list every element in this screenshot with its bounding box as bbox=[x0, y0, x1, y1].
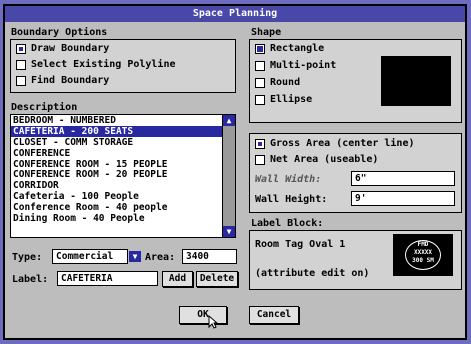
boundary-options-header: Boundary Options bbox=[11, 27, 108, 38]
shape-preview bbox=[381, 56, 451, 106]
list-item[interactable]: CONFERENCE ROOM - 15 PEOPLE bbox=[11, 159, 235, 170]
wall-height-label: Wall Height: bbox=[255, 194, 328, 205]
multi-point-label[interactable]: Multi-point bbox=[270, 60, 336, 71]
list-item[interactable]: BEDROOM - NUMBERED bbox=[11, 115, 235, 126]
cancel-button[interactable]: Cancel bbox=[249, 306, 299, 324]
multi-point-radio[interactable] bbox=[255, 61, 265, 71]
label-block-name: Room Tag Oval 1 bbox=[255, 239, 346, 250]
list-item[interactable]: Cafeteria - 100 People bbox=[11, 191, 235, 202]
list-item-selected[interactable]: CAFETERIA - 200 SEATS bbox=[11, 125, 235, 137]
wall-height-field[interactable]: 9' bbox=[351, 191, 455, 206]
attribute-edit-note: (attribute edit on) bbox=[255, 268, 370, 279]
gross-area-label[interactable]: Gross Area (center line) bbox=[270, 138, 415, 149]
find-boundary-label[interactable]: Find Boundary bbox=[31, 75, 109, 86]
label-field[interactable]: CAFETERIA bbox=[57, 271, 158, 286]
type-dropdown-icon[interactable]: ▼ bbox=[129, 251, 141, 262]
description-list[interactable]: BEDROOM - NUMBERED CAFETERIA - 200 SEATS… bbox=[10, 114, 236, 238]
delete-button[interactable]: Delete bbox=[196, 271, 238, 287]
add-button[interactable]: Add bbox=[162, 271, 193, 287]
label-label: Label: bbox=[12, 274, 49, 285]
net-area-label[interactable]: Net Area (useable) bbox=[270, 154, 378, 165]
wall-width-label: Wall Width: bbox=[255, 174, 322, 185]
label-block-preview[interactable]: FMD XXXXX 300 SM bbox=[393, 234, 453, 276]
list-item[interactable]: CLOSET - COMM STORAGE bbox=[11, 137, 235, 148]
ellipse-radio[interactable] bbox=[255, 95, 265, 105]
description-scrollbar[interactable]: ▲ ▼ bbox=[222, 115, 235, 237]
shape-header: Shape bbox=[251, 27, 282, 38]
draw-boundary-label[interactable]: Draw Boundary bbox=[31, 43, 109, 54]
select-polyline-checkbox[interactable] bbox=[16, 60, 26, 70]
mouse-cursor-icon bbox=[208, 314, 219, 332]
list-item[interactable]: CONFERENCE bbox=[11, 148, 235, 159]
area-label: Area: bbox=[145, 252, 176, 263]
round-label[interactable]: Round bbox=[270, 77, 300, 88]
space-planning-dialog: Space Planning Boundary Options Draw Bou… bbox=[3, 4, 467, 340]
preview-line: 300 SM bbox=[412, 257, 434, 264]
dialog-title: Space Planning bbox=[5, 6, 465, 22]
rectangle-radio[interactable] bbox=[255, 44, 265, 54]
list-item[interactable]: Conference Room - 40 people bbox=[11, 202, 235, 213]
select-polyline-label[interactable]: Select Existing Polyline bbox=[31, 59, 176, 70]
label-block-header: Label Block: bbox=[251, 218, 324, 229]
type-label: Type: bbox=[12, 252, 43, 263]
preview-line: FMD bbox=[417, 241, 429, 248]
gross-area-checkbox[interactable] bbox=[255, 139, 265, 149]
ellipse-label[interactable]: Ellipse bbox=[270, 94, 312, 105]
list-item[interactable]: CONFERENCE ROOM - 20 PEOPLE bbox=[11, 169, 235, 181]
ok-button[interactable]: OK bbox=[179, 306, 227, 324]
round-radio[interactable] bbox=[255, 78, 265, 88]
rectangle-label[interactable]: Rectangle bbox=[270, 43, 324, 54]
list-item[interactable]: Dining Room - 40 People bbox=[11, 213, 235, 224]
find-boundary-checkbox[interactable] bbox=[16, 76, 26, 86]
wall-width-field[interactable]: 6" bbox=[351, 171, 455, 186]
description-header: Description bbox=[11, 102, 78, 113]
net-area-checkbox[interactable] bbox=[255, 155, 265, 165]
scroll-up-icon[interactable]: ▲ bbox=[223, 115, 235, 126]
draw-boundary-checkbox[interactable] bbox=[16, 44, 26, 54]
preview-line: XXXXX bbox=[413, 249, 433, 256]
scroll-down-icon[interactable]: ▼ bbox=[223, 226, 235, 237]
area-field[interactable]: 3400 bbox=[182, 249, 237, 264]
type-select[interactable]: Commercial bbox=[52, 249, 128, 264]
list-item[interactable]: CORRIDOR bbox=[11, 180, 235, 191]
